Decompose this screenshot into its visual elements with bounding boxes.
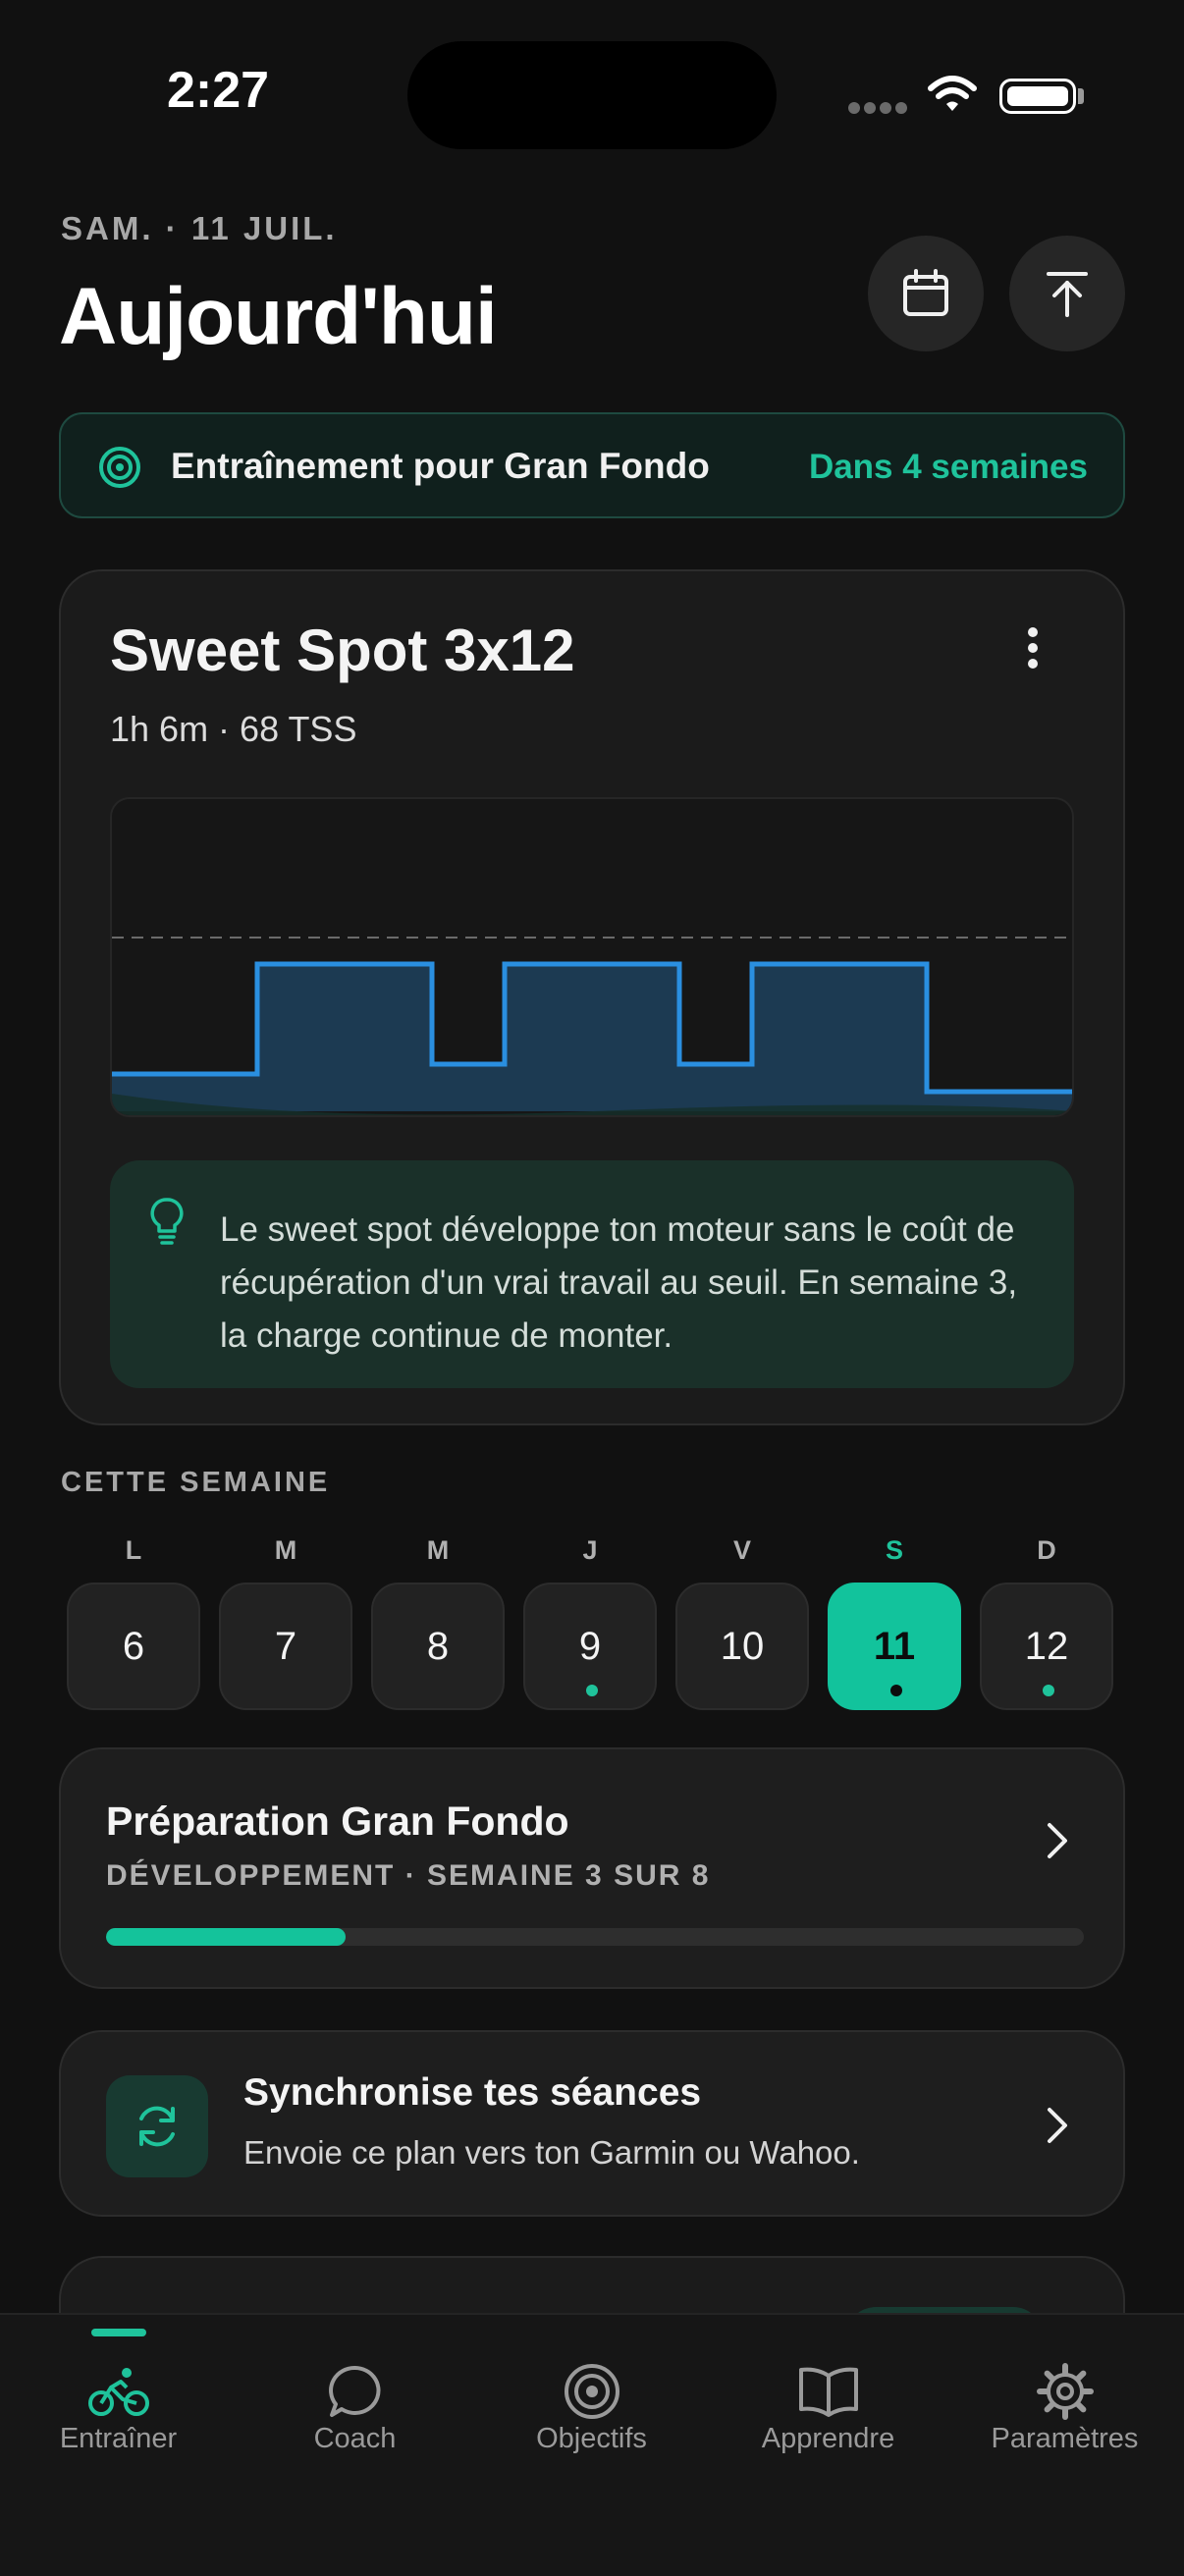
chevron-right-icon <box>1048 2108 1067 2143</box>
day-cell[interactable]: 8 <box>371 1583 505 1710</box>
day-cell[interactable]: 7 <box>219 1583 352 1710</box>
day-number: 9 <box>578 1624 602 1668</box>
header-date: SAM. · 11 JUIL. <box>61 210 338 246</box>
goal-banner[interactable]: Entraînement pour Gran Fondo Dans 4 sema… <box>59 412 1125 518</box>
goal-eta: Dans 4 semaines <box>808 448 1088 486</box>
chat-bubble-icon <box>328 2365 381 2417</box>
sync-title: Synchronise tes séances <box>243 2071 702 2114</box>
day-letter: V <box>732 1535 751 1565</box>
tab-label: Coach <box>313 2423 397 2454</box>
battery-icon <box>999 79 1076 114</box>
day-cell[interactable]: 6 <box>67 1583 200 1710</box>
day-number: 10 <box>720 1624 765 1668</box>
workout-card[interactable]: Sweet Spot 3x12 1h 6m · 68 TSS Le sweet … <box>59 569 1125 1425</box>
lightbulb-icon <box>150 1198 184 1245</box>
tab-label: Paramètres <box>991 2423 1139 2454</box>
target-icon <box>564 2364 619 2419</box>
day-letter: M <box>426 1535 450 1565</box>
tab-entrainer[interactable]: Entraîner <box>0 2315 237 2511</box>
day-cell-selected[interactable]: 11 <box>828 1583 961 1710</box>
coach-tip-text: Le sweet spot développe ton moteur sans … <box>220 1210 1018 1355</box>
day-number: 11 <box>873 1624 916 1668</box>
day-cell[interactable]: 12 <box>980 1583 1113 1710</box>
target-icon <box>99 447 140 488</box>
workout-title: Sweet Spot 3x12 <box>110 617 575 683</box>
wifi-icon <box>928 76 977 111</box>
tab-coach[interactable]: Coach <box>237 2315 473 2511</box>
goal-label: Entraînement pour Gran Fondo <box>171 446 710 486</box>
workout-profile-graphic <box>112 937 1072 1115</box>
plan-title: Préparation Gran Fondo <box>106 1798 569 1844</box>
more-vertical-icon <box>1028 627 1038 669</box>
day-letter: S <box>885 1535 903 1565</box>
book-icon <box>798 2367 858 2417</box>
tab-label: Objectifs <box>536 2423 647 2454</box>
week-section-label: CETTE SEMAINE <box>61 1467 331 1498</box>
calendar-button[interactable] <box>868 236 984 351</box>
more-options-button[interactable] <box>1023 624 1043 676</box>
calendar-icon <box>903 269 948 316</box>
sync-icon-container <box>106 2075 208 2177</box>
sync-subtitle: Envoie ce plan vers ton Garmin ou Wahoo. <box>243 2134 860 2171</box>
day-cell[interactable]: 9 <box>523 1583 657 1710</box>
chevron-right-icon <box>1048 1823 1067 1858</box>
day-number: 12 <box>1024 1624 1069 1668</box>
export-button[interactable] <box>1009 236 1125 351</box>
tab-bar: Entraîner Coach Objectifs Apprendre Para… <box>0 2313 1184 2576</box>
sync-icon <box>139 2106 175 2147</box>
workout-meta: 1h 6m · 68 TSS <box>110 709 357 749</box>
tab-apprendre[interactable]: Apprendre <box>710 2315 946 2511</box>
signal-dot <box>864 102 876 114</box>
status-time: 2:27 <box>167 62 270 119</box>
workout-indicator-dot <box>890 1685 902 1696</box>
day-number: 6 <box>122 1624 145 1668</box>
signal-dot <box>895 102 907 114</box>
tab-objectifs[interactable]: Objectifs <box>473 2315 710 2511</box>
tab-label: Apprendre <box>761 2423 895 2454</box>
tab-label: Entraîner <box>59 2423 178 2454</box>
coach-tip: Le sweet spot développe ton moteur sans … <box>110 1160 1074 1388</box>
signal-dot <box>880 102 891 114</box>
sync-card[interactable]: Synchronise tes séances Envoie ce plan v… <box>59 2030 1125 2217</box>
plan-card[interactable]: Préparation Gran Fondo DÉVELOPPEMENT · S… <box>59 1747 1125 1989</box>
day-cell[interactable]: 10 <box>675 1583 809 1710</box>
tab-parametres[interactable]: Paramètres <box>946 2315 1183 2511</box>
day-number: 7 <box>274 1624 297 1668</box>
day-letter: L <box>125 1535 142 1565</box>
plan-progress-fill <box>106 1928 347 1946</box>
day-letter: D <box>1037 1535 1056 1565</box>
battery-tip <box>1078 88 1084 104</box>
day-letter: M <box>274 1535 297 1565</box>
gear-icon <box>1036 2363 1094 2420</box>
upload-icon <box>1047 272 1088 317</box>
day-number: 8 <box>426 1624 450 1668</box>
day-letter: J <box>582 1535 598 1565</box>
workout-indicator-dot <box>586 1685 598 1696</box>
dynamic-island <box>407 41 777 149</box>
page-title: Aujourd'hui <box>59 272 498 361</box>
workout-indicator-dot <box>1043 1685 1054 1696</box>
signal-dot <box>848 102 860 114</box>
plan-progress-bar <box>106 1928 1084 1946</box>
plan-subtitle: DÉVELOPPEMENT · SEMAINE 3 SUR 8 <box>106 1859 711 1892</box>
bike-icon <box>87 2368 149 2416</box>
workout-profile-chart <box>110 797 1074 1117</box>
